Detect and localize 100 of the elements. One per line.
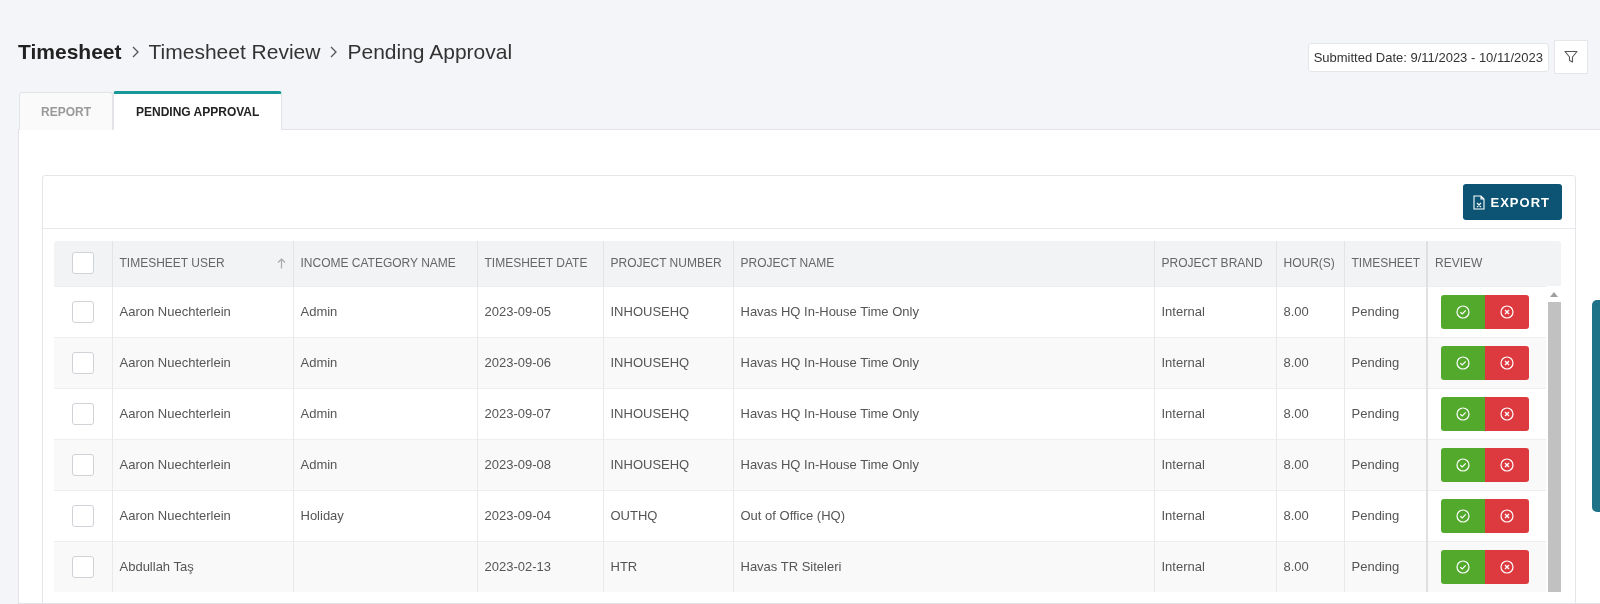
table-cell: Havas HQ In-House Time Only bbox=[740, 457, 919, 472]
column-header: TIMESHEET DATE bbox=[484, 256, 588, 271]
table-cell: INHOUSEHQ bbox=[610, 304, 690, 319]
table-cell: Abdullah Taş bbox=[119, 559, 194, 575]
table-cell: Internal bbox=[1161, 508, 1205, 523]
column-header: INCOME CATEGORY NAME bbox=[300, 256, 456, 271]
reject-button[interactable] bbox=[1485, 447, 1529, 482]
table-cell: Havas HQ In-House Time Only bbox=[740, 355, 919, 370]
reject-button[interactable] bbox=[1485, 396, 1529, 431]
approve-button[interactable] bbox=[1441, 549, 1485, 584]
row-checkbox[interactable] bbox=[71, 351, 94, 374]
scroll-up-arrow-icon[interactable] bbox=[1550, 292, 1558, 297]
tab[interactable]: PENDING APPROVAL bbox=[113, 91, 283, 130]
table-cell: Pending bbox=[1351, 355, 1400, 370]
reject-button[interactable] bbox=[1485, 498, 1529, 533]
row-checkbox[interactable] bbox=[71, 555, 94, 578]
check-circle-icon bbox=[1456, 355, 1470, 370]
excel-file-icon bbox=[1472, 194, 1485, 210]
approve-button[interactable] bbox=[1441, 294, 1485, 329]
table-cell: Havas HQ In-House Time Only bbox=[740, 406, 919, 421]
approve-button[interactable] bbox=[1441, 498, 1485, 533]
table-cell: Out of Office (HQ) bbox=[740, 508, 845, 523]
chevron-icon bbox=[130, 45, 140, 59]
table-cell: Aaron Nuechterlein bbox=[119, 355, 231, 370]
table-cell: OUTHQ bbox=[610, 508, 658, 523]
table-cell: Pending bbox=[1351, 457, 1400, 472]
check-circle-icon bbox=[1456, 508, 1470, 523]
table-cell: Internal bbox=[1161, 355, 1205, 370]
close-circle-icon bbox=[1500, 457, 1514, 472]
table-cell: Admin bbox=[300, 457, 338, 472]
column-header: REVIEW bbox=[1435, 256, 1483, 271]
table-cell: Aaron Nuechterlein bbox=[119, 457, 231, 472]
breadcrumb-item[interactable]: Timesheet bbox=[18, 40, 122, 64]
table-cell: Pending bbox=[1351, 406, 1400, 421]
table-cell: 2023-09-04 bbox=[484, 508, 551, 523]
column-header: TIMESHEET bbox=[1351, 256, 1421, 271]
row-checkbox[interactable] bbox=[71, 300, 94, 323]
reject-button[interactable] bbox=[1485, 549, 1529, 584]
table-cell: Aaron Nuechterlein bbox=[119, 508, 231, 523]
check-circle-icon bbox=[1456, 406, 1470, 421]
check-circle-icon bbox=[1456, 304, 1470, 319]
table-cell: Internal bbox=[1161, 559, 1205, 575]
column-header: PROJECT BRAND bbox=[1161, 256, 1263, 271]
chevron-icon bbox=[329, 45, 339, 59]
close-circle-icon bbox=[1500, 355, 1514, 370]
table-cell: Havas HQ In-House Time Only bbox=[740, 304, 919, 319]
filter-icon bbox=[1564, 50, 1578, 64]
row-checkbox[interactable] bbox=[71, 453, 94, 476]
table-cell: INHOUSEHQ bbox=[610, 355, 690, 370]
approve-button[interactable] bbox=[1441, 345, 1485, 380]
table-cell: Pending bbox=[1351, 559, 1400, 575]
column-header[interactable]: TIMESHEET USER bbox=[119, 256, 225, 271]
table-cell: 8.00 bbox=[1283, 457, 1309, 472]
table-cell: INHOUSEHQ bbox=[610, 457, 690, 472]
column-header: PROJECT NUMBER bbox=[610, 256, 722, 271]
table-cell: Pending bbox=[1351, 304, 1400, 319]
date-range-filter[interactable]: Submitted Date: 9/11/2023 - 10/11/2023 bbox=[1307, 42, 1549, 72]
approve-button[interactable] bbox=[1441, 447, 1485, 482]
row-checkbox[interactable] bbox=[71, 504, 94, 527]
close-circle-icon bbox=[1500, 508, 1514, 523]
breadcrumb-item[interactable]: Timesheet Review bbox=[148, 40, 321, 64]
table-cell: Admin bbox=[300, 355, 338, 370]
breadcrumb-item: Pending Approval bbox=[347, 40, 513, 64]
table-cell: 2023-09-08 bbox=[484, 457, 551, 472]
table-cell: Admin bbox=[300, 304, 338, 319]
close-circle-icon bbox=[1500, 406, 1514, 421]
table-cell: 8.00 bbox=[1283, 508, 1309, 523]
column-header: PROJECT NAME bbox=[740, 256, 835, 271]
sort-arrow-icon[interactable] bbox=[276, 257, 286, 269]
column-header: HOUR(S) bbox=[1283, 256, 1335, 271]
table-cell: Aaron Nuechterlein bbox=[119, 304, 231, 319]
export-button[interactable]: EXPORT bbox=[1462, 184, 1562, 220]
table-cell: Admin bbox=[300, 406, 338, 421]
row-checkbox[interactable] bbox=[71, 402, 94, 425]
table-cell: Internal bbox=[1161, 304, 1205, 319]
close-circle-icon bbox=[1500, 304, 1514, 319]
select-all-checkbox[interactable] bbox=[71, 252, 94, 275]
table-cell: HTR bbox=[610, 559, 638, 575]
reject-button[interactable] bbox=[1485, 345, 1529, 380]
table-cell: 2023-09-05 bbox=[484, 304, 551, 319]
reject-button[interactable] bbox=[1485, 294, 1529, 329]
table-cell: 8.00 bbox=[1283, 559, 1309, 575]
table-cell: Internal bbox=[1161, 457, 1205, 472]
table-cell: 8.00 bbox=[1283, 304, 1309, 319]
table-cell: INHOUSEHQ bbox=[610, 406, 690, 421]
table-cell: Pending bbox=[1351, 508, 1400, 523]
table-cell: 2023-09-07 bbox=[484, 406, 551, 421]
filter-button[interactable] bbox=[1554, 40, 1588, 74]
table-cell: 2023-02-13 bbox=[484, 559, 551, 575]
table-cell: 8.00 bbox=[1283, 355, 1309, 370]
close-circle-icon bbox=[1500, 559, 1514, 574]
check-circle-icon bbox=[1456, 559, 1470, 574]
approve-button[interactable] bbox=[1441, 396, 1485, 431]
table-cell: 8.00 bbox=[1283, 406, 1309, 421]
table-cell: Havas TR Siteleri bbox=[740, 559, 842, 575]
check-circle-icon bbox=[1456, 457, 1470, 472]
table-cell: Internal bbox=[1161, 406, 1205, 421]
table-cell: Holiday bbox=[300, 508, 344, 523]
table-cell: Aaron Nuechterlein bbox=[119, 406, 231, 421]
table-cell: 2023-09-06 bbox=[484, 355, 551, 370]
